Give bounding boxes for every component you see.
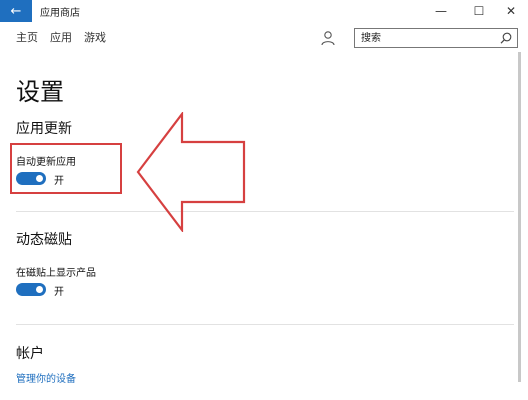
top-nav: 主页 应用 游戏	[16, 30, 106, 46]
nav-item-games[interactable]: 游戏	[84, 30, 106, 46]
live-tile-label: 在磁贴上显示产品	[16, 268, 96, 279]
divider	[16, 324, 514, 325]
toggle-knob	[36, 286, 43, 293]
back-arrow-icon: ←	[10, 3, 22, 19]
divider	[16, 211, 514, 212]
manage-devices-link[interactable]: 管理你的设备	[16, 370, 76, 385]
page-title: 设置	[16, 78, 64, 106]
user-icon[interactable]	[320, 30, 336, 46]
back-button[interactable]: ←	[0, 0, 32, 22]
scrollbar[interactable]	[518, 52, 521, 382]
title-bar: ← 应用商店 — ☐ ✕	[0, 0, 528, 22]
nav-item-home[interactable]: 主页	[16, 30, 38, 46]
search-icon[interactable]	[499, 31, 513, 45]
section-title-live-tile: 动态磁贴	[16, 232, 72, 248]
section-title-account: 帐户	[16, 346, 44, 362]
search-input[interactable]	[361, 31, 491, 45]
close-button[interactable]: ✕	[494, 0, 528, 22]
left-arrow-annotation	[136, 112, 246, 232]
maximize-button[interactable]: ☐	[462, 0, 496, 22]
search-box	[354, 28, 518, 48]
app-title: 应用商店	[40, 8, 80, 19]
live-tile-toggle-state: 开	[54, 287, 64, 298]
section-title-app-updates: 应用更新	[16, 121, 72, 137]
highlight-box	[10, 143, 122, 194]
minimize-button[interactable]: —	[424, 0, 458, 22]
nav-item-apps[interactable]: 应用	[50, 30, 72, 46]
live-tile-toggle[interactable]	[16, 283, 46, 296]
